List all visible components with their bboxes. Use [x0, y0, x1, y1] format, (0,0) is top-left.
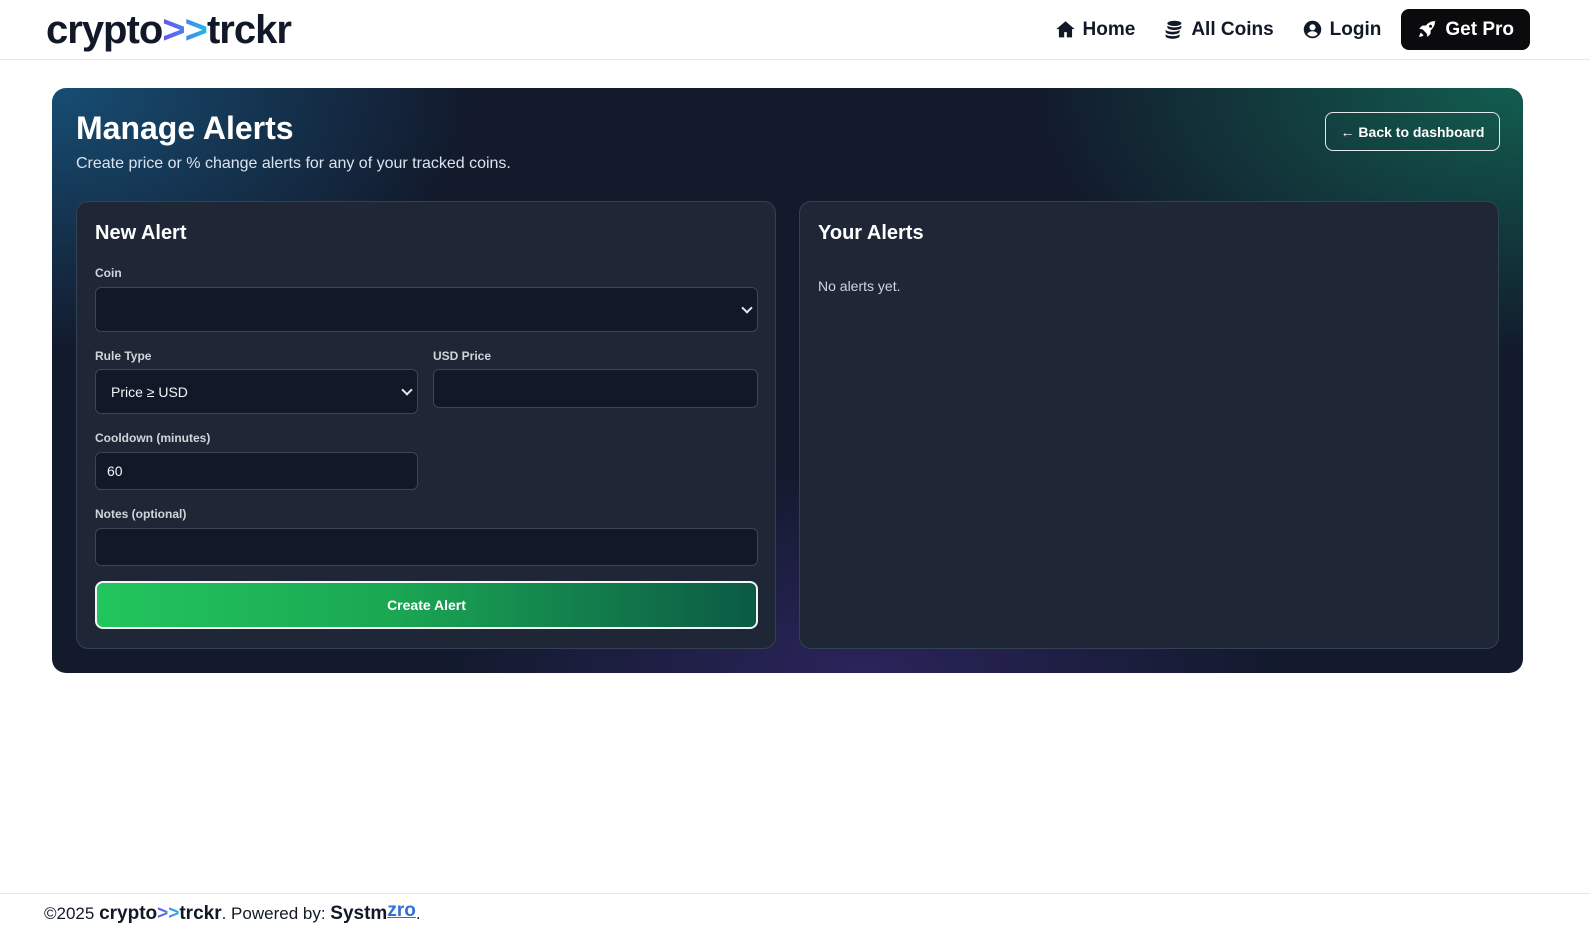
top-navbar: crypto>>trckr Home All Coins Login Get P… [0, 0, 1590, 60]
footer-zro-link[interactable]: zro [387, 900, 416, 922]
logo-suffix: trckr [206, 8, 292, 52]
usd-price-label: USD Price [433, 349, 492, 363]
footer-text: ©2025 crypto>>trckr. Powered by: Systm zr… [44, 900, 421, 925]
rule-type-label: Rule Type [95, 349, 152, 363]
footer-copyright: ©2025 [44, 904, 100, 923]
back-to-dashboard-button[interactable]: ← Back to dashboard [1325, 112, 1500, 151]
notes-input[interactable] [95, 528, 758, 566]
nav-all-coins-link[interactable]: All Coins [1149, 9, 1287, 50]
chevron-down-icon [741, 301, 753, 314]
footer-brand-arrows: >> [157, 903, 180, 924]
get-pro-button[interactable]: Get Pro [1401, 9, 1530, 50]
page-title: Manage Alerts [76, 110, 294, 146]
nav-all-coins-label: All Coins [1191, 18, 1274, 40]
nav-home-label: Home [1082, 18, 1136, 40]
page-subtitle: Create price or % change alerts for any … [76, 155, 511, 172]
logo[interactable]: crypto>>trckr [46, 8, 292, 52]
footer-brand-prefix: crypto [99, 903, 158, 924]
usd-price-input[interactable] [433, 369, 758, 408]
rule-type-value: Price ≥ USD [111, 383, 188, 400]
footer: ©2025 crypto>>trckr. Powered by: Systm zr… [0, 893, 1590, 942]
your-alerts-title: Your Alerts [818, 222, 924, 244]
footer-systm[interactable]: Systm [330, 903, 387, 925]
manage-alerts-card: Manage Alerts Create price or % change a… [52, 88, 1523, 673]
no-alerts-message: No alerts yet. [818, 278, 901, 294]
create-alert-button[interactable]: Create Alert [95, 581, 758, 629]
rule-type-select[interactable]: Price ≥ USD [95, 369, 418, 414]
cooldown-value: 60 [107, 463, 123, 479]
footer-end: . [415, 904, 421, 923]
footer-powered-by: . Powered by: [221, 904, 331, 923]
new-alert-title: New Alert [95, 222, 187, 244]
logo-arrows: >> [162, 8, 208, 52]
nav-login-label: Login [1329, 18, 1382, 40]
chevron-down-icon [401, 383, 413, 396]
logo-prefix: crypto [46, 8, 163, 52]
cooldown-label: Cooldown (minutes) [95, 431, 211, 445]
rocket-icon [1419, 20, 1437, 37]
coin-label: Coin [95, 266, 122, 280]
nav-home-link[interactable]: Home [1041, 9, 1150, 50]
user-circle-icon [1303, 20, 1321, 39]
footer-brand-suffix: trckr [179, 903, 222, 924]
cooldown-input[interactable]: 60 [95, 452, 418, 490]
nav-login-link[interactable]: Login [1288, 9, 1396, 50]
your-alerts-panel: Your Alerts No alerts yet. [799, 201, 1499, 649]
coins-icon [1165, 20, 1182, 39]
footer-brand[interactable]: crypto>>trckr [99, 903, 222, 925]
notes-label: Notes (optional) [95, 507, 187, 521]
get-pro-label: Get Pro [1445, 18, 1514, 40]
new-alert-panel: New Alert Coin Rule Type Price ≥ USD USD… [76, 201, 776, 649]
nav-links: Home All Coins Login Get Pro [1041, 9, 1530, 50]
coin-select[interactable] [95, 287, 758, 332]
home-icon [1055, 21, 1075, 38]
